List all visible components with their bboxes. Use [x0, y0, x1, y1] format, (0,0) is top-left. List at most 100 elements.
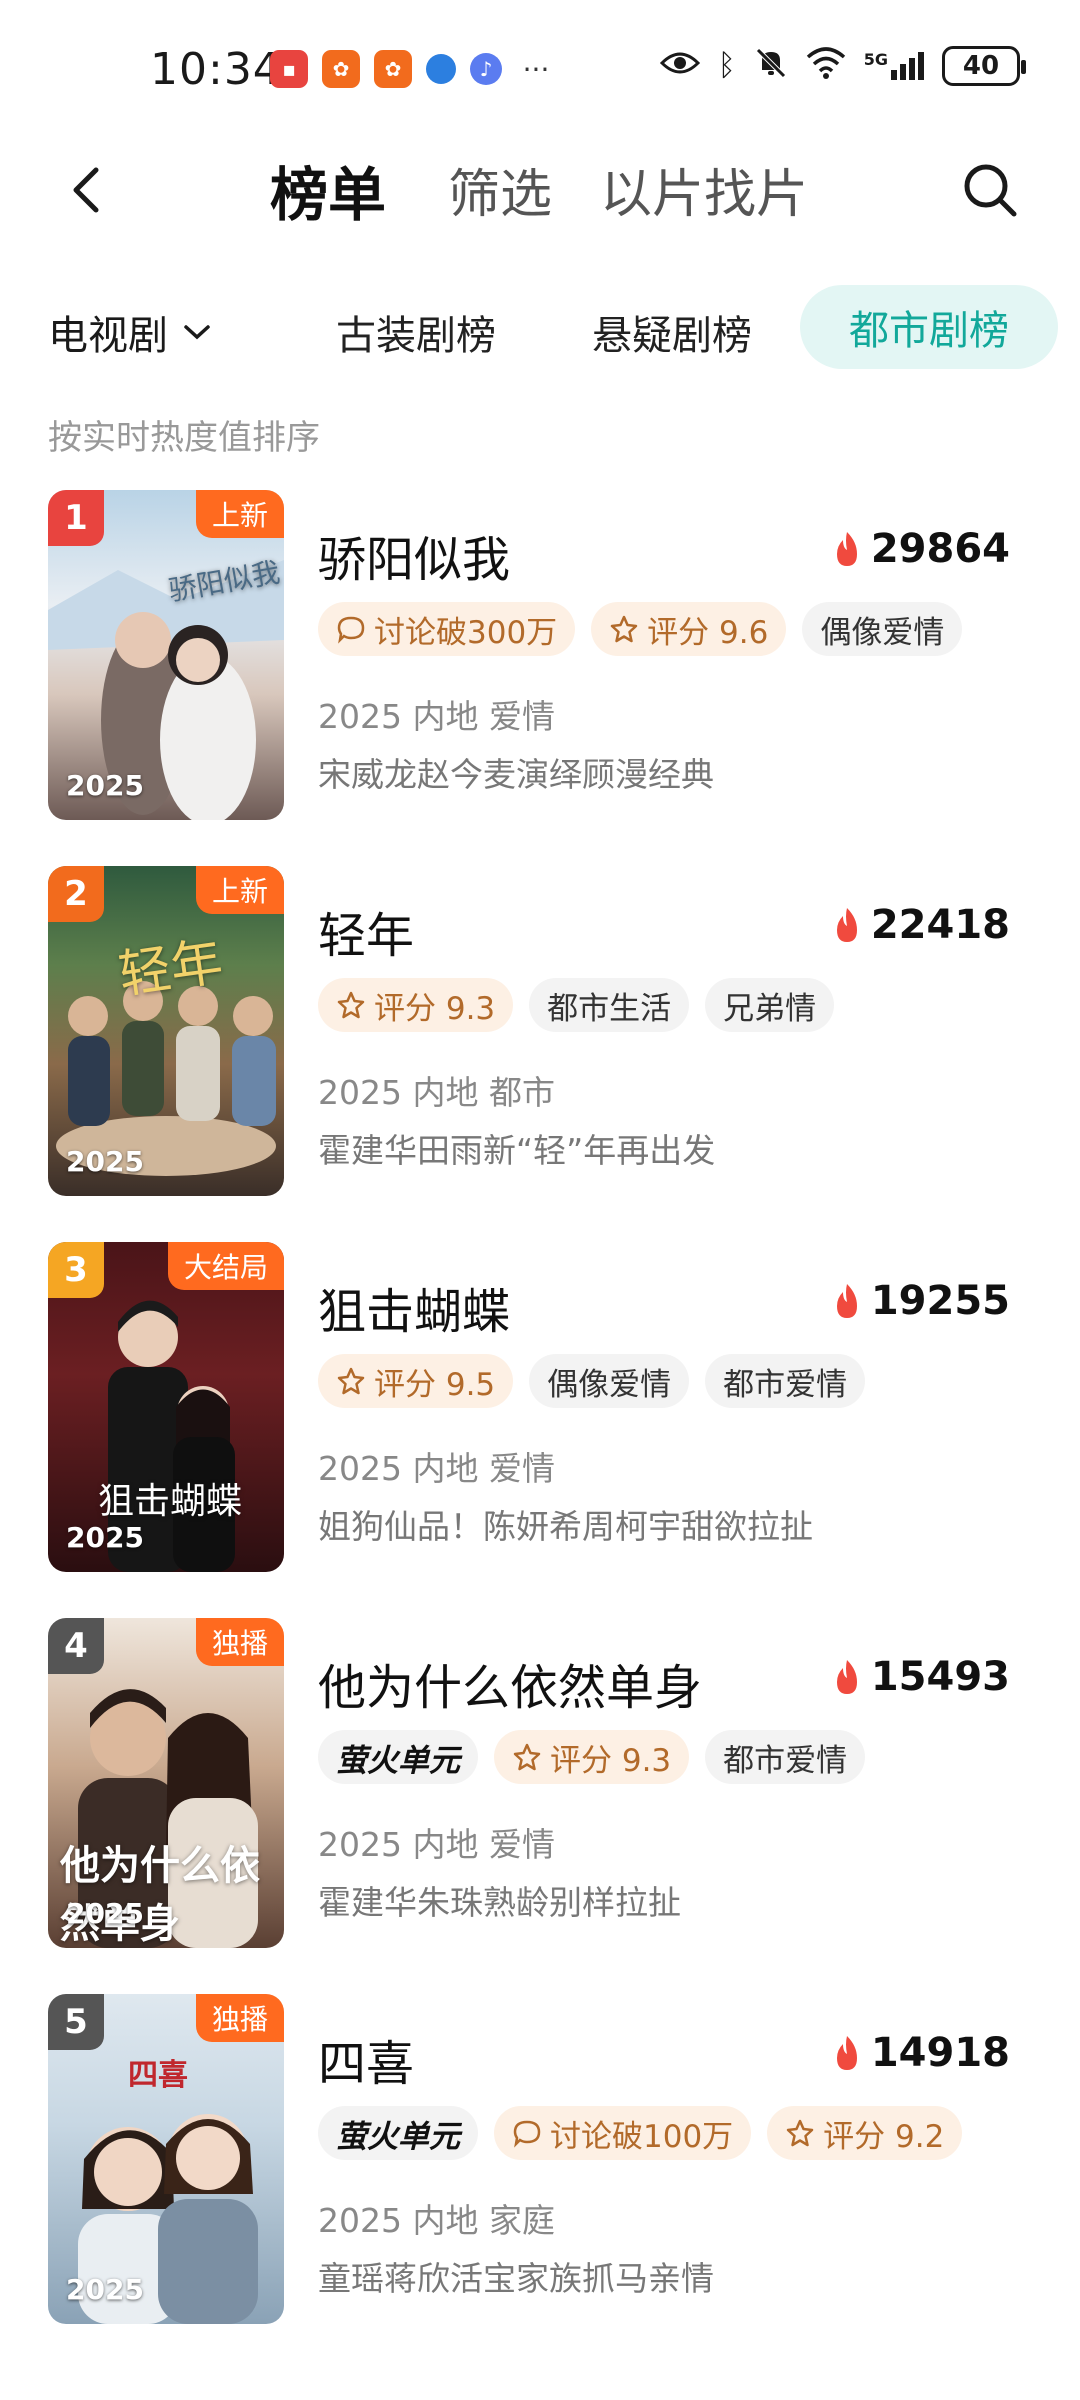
drama-description: 霍建华田雨新“轻”年再出发 [318, 1131, 716, 1170]
back-arrow-icon [73, 167, 99, 213]
status-time: 10:34 [150, 44, 282, 95]
app-icon: ✿ [322, 50, 360, 88]
comment-icon [337, 616, 365, 644]
heat-score: 22418 [831, 902, 1010, 948]
wifi-icon [806, 47, 846, 85]
tag-firefly-unit: 萤火单元 [318, 1730, 478, 1784]
tag-genre: 偶像爱情 [802, 602, 963, 656]
tag-genre: 都市生活 [529, 978, 690, 1032]
tag-label: 评分 9.5 [374, 1366, 496, 1403]
bluetooth-icon: ᛒ [717, 48, 736, 83]
search-icon [964, 164, 1017, 217]
drama-title[interactable]: 骄阳似我 [318, 520, 510, 590]
tag-label: 评分 9.3 [550, 1742, 672, 1779]
signal-icon: 5G [864, 52, 924, 80]
rank-badge: 5 [48, 1994, 104, 2050]
tag-list: 评分 9.5 偶像爱情 都市爱情 [318, 1354, 866, 1408]
rank-badge: 3 [48, 1242, 104, 1298]
chevron-down-icon [184, 325, 210, 340]
poster-title-art: 他为什么依然单身 [60, 1842, 260, 1947]
heat-value: 14918 [870, 2030, 1010, 2076]
poster-year: 2025 [66, 1897, 144, 1930]
poster-year: 2025 [66, 1145, 144, 1178]
status-bar: 10:34 ▪ ✿ ✿ ♪ ··· ᛒ 5G 40 [0, 0, 1080, 140]
poster-image[interactable]: 轻年 2 上新 2025 [48, 866, 284, 1196]
tag-label: 讨论破100万 [550, 2118, 734, 2155]
poster-image[interactable]: 四喜 5 独播 2025 [48, 1994, 284, 2324]
drama-title[interactable]: 轻年 [318, 896, 414, 966]
heat-value: 19255 [870, 1278, 1010, 1324]
drama-meta: 2025 内地 爱情 [318, 697, 555, 736]
heat-score: 29864 [831, 526, 1010, 572]
heat-score: 15493 [831, 1654, 1010, 1700]
star-icon [337, 1367, 365, 1395]
category-bar: 电视剧 古装剧榜 悬疑剧榜 都市剧榜 [0, 285, 1080, 375]
status-badge: 独播 [195, 1994, 284, 2042]
status-badge: 独播 [195, 1618, 284, 1666]
system-icons: ᛒ 5G 40 [659, 46, 1026, 86]
tab-ranking[interactable]: 榜单 [270, 148, 386, 232]
tag-list: 萤火单元 评分 9.3 都市爱情 [318, 1730, 866, 1784]
tag-rating: 评分 9.3 [318, 978, 514, 1032]
drama-description: 姐狗仙品！陈妍希周柯宇甜欲拉扯 [318, 1507, 813, 1546]
rank-badge: 4 [48, 1618, 104, 1674]
drama-title[interactable]: 四喜 [318, 2024, 414, 2094]
tag-genre: 都市爱情 [705, 1730, 866, 1784]
drama-meta: 2025 内地 爱情 [318, 1825, 555, 1864]
heat-score: 14918 [831, 2030, 1010, 2076]
category-dropdown[interactable]: 电视剧 [48, 303, 212, 361]
tab-costume-drama[interactable]: 古装剧榜 [336, 303, 496, 361]
heat-value: 22418 [870, 902, 1010, 948]
tag-label: 讨论破300万 [374, 614, 558, 651]
list-item[interactable]: 狙击蝴蝶 3 大结局 2025 狙击蝴蝶 19255 评分 9.5 偶像爱情 都… [0, 1242, 1080, 1582]
list-item[interactable]: 他为什么依然单身 4 独播 2025 他为什么依然单身 15493 萤火单元 评… [0, 1618, 1080, 1958]
huawei-app-icon: ▪ [270, 50, 308, 88]
battery-indicator: 40 [942, 46, 1026, 86]
status-badge: 上新 [195, 490, 284, 538]
rank-badge: 2 [48, 866, 104, 922]
tab-mystery-drama[interactable]: 悬疑剧榜 [592, 303, 752, 361]
app-icon: ✿ [374, 50, 412, 88]
poster-title-art: 轻年 [115, 932, 227, 1006]
tab-find-by-clip[interactable]: 以片找片 [600, 152, 808, 227]
comment-icon [513, 2120, 541, 2148]
mute-icon [754, 46, 788, 86]
tag-list: 萤火单元 讨论破100万 评分 9.2 [318, 2106, 963, 2160]
tag-list: 讨论破300万 评分 9.6 偶像爱情 [318, 602, 963, 656]
tag-discussion: 讨论破100万 [494, 2106, 752, 2160]
poster-image[interactable]: 骄阳似我 1 上新 2025 [48, 490, 284, 820]
poster-image[interactable]: 他为什么依然单身 4 独播 2025 [48, 1618, 284, 1948]
list-item[interactable]: 四喜 5 独播 2025 四喜 14918 萤火单元 讨论破100万 评分 9.… [0, 1994, 1080, 2334]
tag-rating: 评分 9.3 [494, 1730, 690, 1784]
tab-urban-drama[interactable]: 都市剧榜 [800, 285, 1058, 369]
network-label: 5G [863, 50, 888, 69]
tag-genre: 偶像爱情 [529, 1354, 690, 1408]
tag-rating: 评分 9.6 [591, 602, 787, 656]
eye-icon [659, 49, 700, 83]
list-item[interactable]: 骄阳似我 1 上新 2025 骄阳似我 29864 讨论破300万 评分 9.6… [0, 490, 1080, 830]
poster-image[interactable]: 狙击蝴蝶 3 大结局 2025 [48, 1242, 284, 1572]
heat-value: 15493 [870, 1654, 1010, 1700]
notification-icons: ▪ ✿ ✿ ♪ ··· [270, 50, 556, 88]
tab-filter[interactable]: 筛选 [448, 152, 552, 227]
tag-rating: 评分 9.2 [767, 2106, 963, 2160]
drama-title[interactable]: 他为什么依然单身 [318, 1648, 702, 1718]
fire-icon [836, 1284, 857, 1318]
category-dropdown-label: 电视剧 [48, 313, 168, 359]
tag-discussion: 讨论破300万 [318, 602, 576, 656]
list-item[interactable]: 轻年 2 上新 2025 轻年 22418 评分 9.3 都市生活 兄弟情 20… [0, 866, 1080, 1206]
drama-title[interactable]: 狙击蝴蝶 [318, 1272, 510, 1342]
fire-icon [836, 908, 857, 942]
status-badge: 上新 [195, 866, 284, 914]
tag-label: 评分 9.6 [647, 614, 769, 651]
rank-badge: 1 [48, 490, 104, 546]
star-icon [610, 615, 638, 643]
music-icon: ♪ [470, 53, 502, 85]
star-icon [786, 2119, 814, 2147]
more-notifications-icon: ··· [522, 52, 550, 86]
drama-meta: 2025 内地 都市 [318, 1073, 555, 1112]
status-badge: 大结局 [167, 1242, 284, 1290]
search-button[interactable] [958, 158, 1022, 222]
back-button[interactable] [60, 160, 120, 220]
drama-meta: 2025 内地 家庭 [318, 2201, 555, 2240]
